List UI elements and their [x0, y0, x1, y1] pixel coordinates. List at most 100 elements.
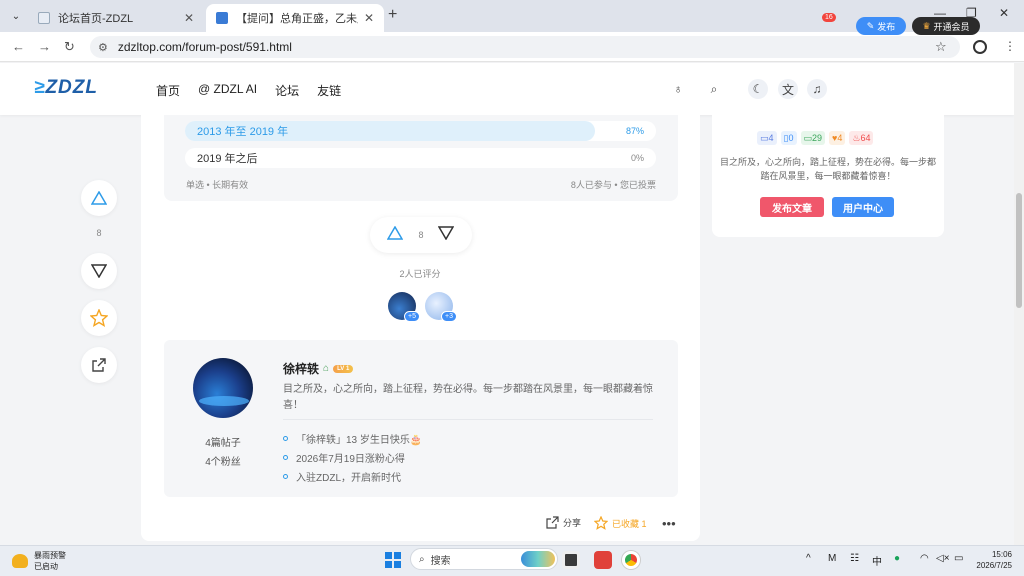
share-action[interactable]: 分享: [546, 516, 581, 529]
app-store-icon[interactable]: [594, 551, 612, 569]
divider: [283, 419, 653, 420]
publish-button[interactable]: ✎ 发布: [856, 17, 906, 35]
user-center-button[interactable]: 用户中心: [832, 197, 894, 217]
pen-icon: ✎: [866, 20, 875, 31]
tab-title: 【提问】总角正盛，乙未月轮：应: [236, 13, 358, 25]
tray-app-icon[interactable]: M: [828, 553, 836, 564]
float-share-button[interactable]: [81, 347, 117, 383]
level-badge: LV 1: [333, 364, 354, 373]
site-header: ≥ZDZL 首页 @ ZDZL AI 论坛 友链 ♁ ⌕ ☾ 文 ♫: [0, 63, 1014, 115]
poll-option-label: 2013 年至 2019 年: [197, 126, 289, 138]
float-upvote-button[interactable]: [81, 180, 117, 216]
upvote-triangle-icon: [91, 191, 107, 205]
nav-home[interactable]: 首页: [156, 82, 180, 99]
scrollbar-thumb[interactable]: [1016, 193, 1022, 308]
author-name[interactable]: 徐梓轶: [283, 360, 319, 377]
float-downvote-button[interactable]: [81, 253, 117, 289]
rater-avatar[interactable]: +3: [425, 292, 457, 322]
close-tab-icon[interactable]: ✕: [364, 11, 374, 25]
downvote-button[interactable]: [438, 225, 455, 245]
more-icon[interactable]: •••: [662, 516, 676, 531]
new-tab-icon[interactable]: +: [388, 6, 397, 24]
author-post-link[interactable]: 2026年7月19日涨粉心得: [283, 450, 405, 465]
tray-sliders-icon[interactable]: ☷: [850, 553, 859, 564]
page-scrollbar[interactable]: [1014, 63, 1024, 545]
author-name-row: 徐梓轶 ⌂ LV 1: [283, 360, 354, 377]
forward-icon[interactable]: →: [38, 39, 51, 54]
sidebar-bio: 目之所及，心之所向，踏上征程，势在必得。每一步都踏在风景里，每一眼都藏着惊喜！: [720, 157, 937, 181]
tray-overflow-icon[interactable]: ^: [806, 553, 811, 564]
nav-links[interactable]: 友链: [317, 82, 341, 99]
nav-ai[interactable]: @ ZDZL AI: [198, 82, 257, 99]
poll-option-percent: 87%: [625, 126, 644, 136]
bullet-icon: [283, 436, 288, 441]
site-logo[interactable]: ≥ZDZL: [34, 77, 98, 99]
poll-option[interactable]: 2013 年至 2019 年 87%: [185, 121, 656, 141]
search-highlight-icon: [521, 551, 555, 567]
favorite-action[interactable]: 已收藏 1: [594, 516, 647, 530]
vip-button[interactable]: ♛ 开通会员: [912, 17, 980, 35]
star-icon: [594, 516, 608, 530]
search-icon[interactable]: ⌕: [704, 79, 724, 99]
rater-score-badge: +5: [404, 311, 420, 322]
browser-tab-active-post[interactable]: 【提问】总角正盛，乙未月轮：应 ✕: [206, 4, 384, 32]
bullet-icon: [283, 474, 288, 479]
weather-icon: [12, 554, 28, 568]
windows-start-icon[interactable]: [385, 552, 401, 568]
tab-favicon: [38, 12, 50, 24]
hot-count-badge: ♨ 64: [849, 131, 874, 145]
battery-icon[interactable]: ▭: [954, 553, 963, 564]
author-post-link[interactable]: 入驻ZDZL，开启新时代: [283, 469, 401, 484]
float-favorite-button[interactable]: [81, 300, 117, 336]
notification-count-badge: 16: [822, 13, 836, 22]
translate-icon[interactable]: 文: [778, 79, 798, 99]
downvote-triangle-icon: [438, 225, 455, 240]
browser-menu-icon[interactable]: ⋮: [1004, 39, 1016, 53]
comment-count-badge: ▭ 4: [757, 131, 777, 145]
upvote-button[interactable]: [387, 225, 404, 245]
back-icon[interactable]: ←: [12, 39, 25, 54]
author-avatar[interactable]: [193, 358, 253, 418]
article-count-badge: ▯ 0: [780, 131, 797, 145]
wifi-icon[interactable]: ◠: [920, 553, 929, 564]
notification-bell-icon[interactable]: ♫: [807, 79, 827, 99]
close-tab-icon[interactable]: ✕: [184, 11, 194, 25]
publish-article-button[interactable]: 发布文章: [760, 197, 824, 217]
main-nav: 首页 @ ZDZL AI 论坛 友链: [156, 82, 341, 99]
address-bar[interactable]: ⚙ zdzltop.com/forum-post/591.html: [90, 36, 960, 58]
site-info-icon[interactable]: ⚙: [98, 41, 108, 54]
window-close-icon[interactable]: ✕: [999, 6, 1009, 20]
reload-icon[interactable]: ↻: [64, 39, 75, 55]
tray-green-app-icon[interactable]: ●: [894, 553, 900, 564]
dark-mode-icon[interactable]: ☾: [748, 79, 768, 99]
logo-mark-icon: ≥: [34, 77, 46, 98]
share-icon: [546, 516, 559, 529]
idea-icon[interactable]: ♁: [668, 79, 688, 99]
rater-avatar[interactable]: +5: [388, 292, 420, 322]
weather-widget[interactable]: 暴雨预警 已启动: [12, 550, 66, 572]
bullet-icon: [283, 455, 288, 460]
author-fans[interactable]: 4个粉丝: [180, 453, 266, 468]
chrome-icon[interactable]: [622, 551, 640, 569]
poll-type: 单选 • 长期有效: [186, 180, 249, 190]
author-posts[interactable]: 4篇帖子: [180, 434, 266, 449]
author-post-link[interactable]: 「徐梓轶」13 岁生日快乐🎂: [283, 431, 422, 446]
share-icon: [92, 358, 106, 372]
browser-tab-forum-home[interactable]: 论坛首页-ZDZL ✕: [28, 4, 204, 32]
downvote-triangle-icon: [91, 264, 107, 278]
ime-indicator[interactable]: 中: [872, 553, 882, 568]
poll-option[interactable]: 2019 年之后 0%: [185, 148, 656, 168]
profile-icon[interactable]: [973, 40, 987, 54]
author-stats-badges: ▭ 4 ▯ 0 ▭ 29 ♥ 4 ♨ 64: [757, 131, 874, 145]
system-clock[interactable]: 15:06 2026/7/25: [968, 549, 1012, 571]
bookmark-star-icon[interactable]: ☆: [935, 39, 947, 55]
like-count-badge: ♥ 4: [829, 131, 846, 145]
tab-search-menu[interactable]: ⌄: [6, 6, 26, 26]
taskbar-search[interactable]: ⌕ 搜索: [410, 548, 558, 570]
volume-icon[interactable]: ◁×: [936, 553, 950, 564]
vote-box: 8: [370, 217, 472, 253]
task-view-icon[interactable]: [562, 551, 580, 569]
nav-forum[interactable]: 论坛: [275, 82, 299, 99]
crown-icon: ♛: [922, 20, 931, 31]
vote-count: 8: [418, 230, 424, 240]
